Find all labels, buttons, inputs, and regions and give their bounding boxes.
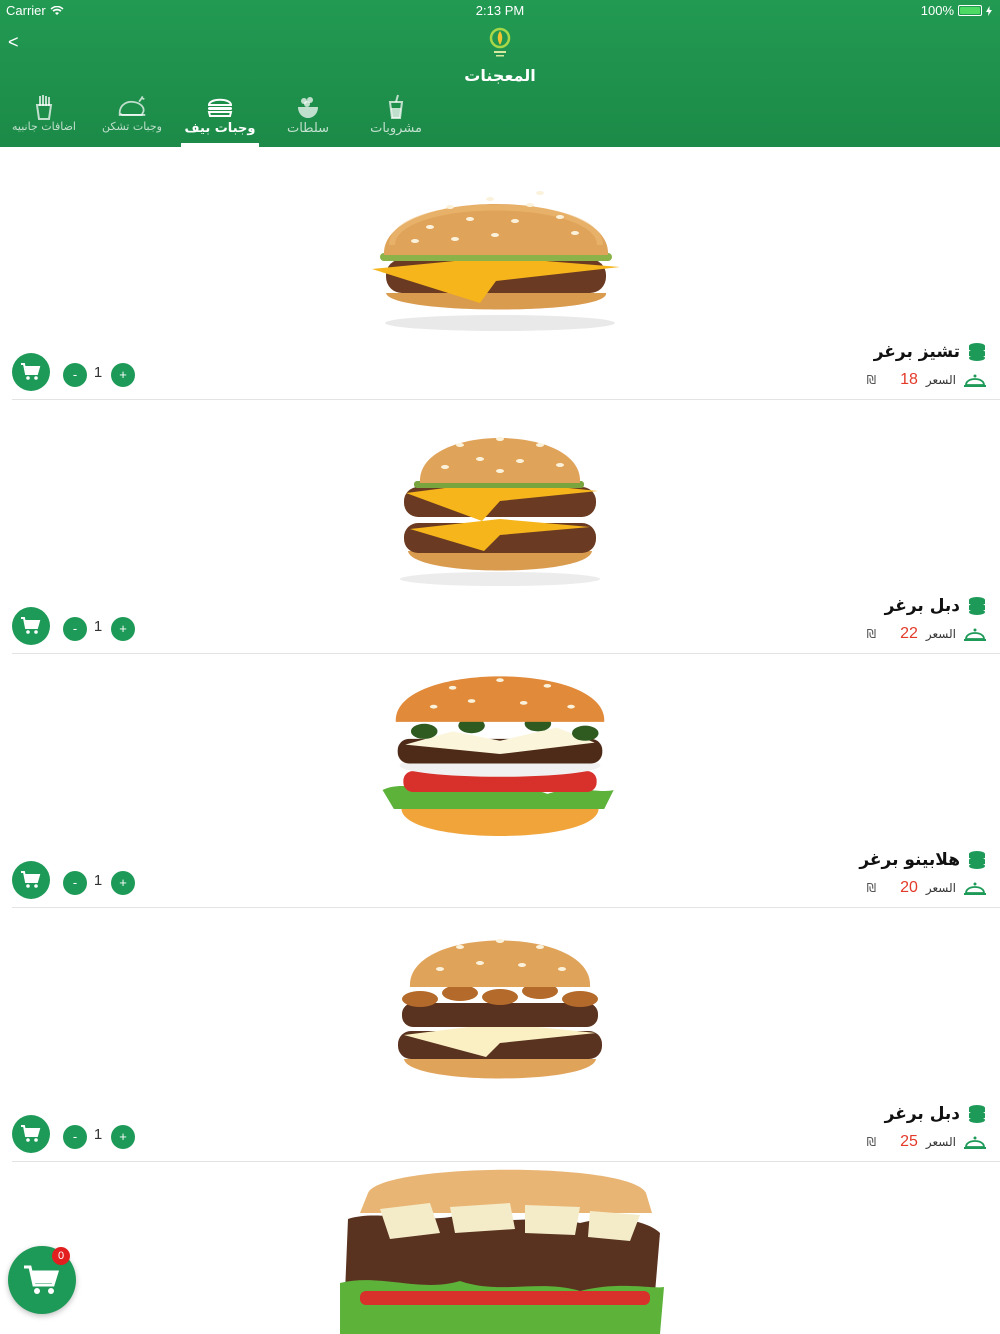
tab-chicken[interactable]: وجبات تشكن (92, 90, 172, 147)
app-screen: Carrier 2:13 PM 100% < المعجنات اضافات ج… (0, 0, 1000, 1334)
price-label: السعر (925, 1135, 956, 1149)
add-to-cart-button[interactable] (12, 607, 50, 645)
cloche-icon (964, 374, 986, 387)
cart-icon (21, 871, 41, 888)
tab-label: مشروبات (370, 121, 422, 136)
item-price: 20 (900, 879, 918, 896)
item-price: 22 (900, 625, 918, 642)
back-button[interactable]: < (8, 30, 32, 54)
battery-icon (958, 5, 982, 16)
quantity-value: 1 (93, 618, 103, 635)
item-name: هلابينو برغر (859, 850, 960, 870)
burger-icon (207, 98, 233, 117)
item-name: دبل برغر (884, 596, 960, 616)
divider (12, 653, 1000, 654)
menu-item: هلابينو برغر السعر 20 ₪ - 1 + (0, 655, 1000, 909)
increase-qty-button[interactable]: + (111, 617, 135, 641)
cart-icon (21, 617, 41, 634)
charging-icon (986, 5, 992, 16)
item-price: 25 (900, 1133, 918, 1150)
cart-icon (21, 363, 41, 380)
quantity-value: 1 (93, 872, 103, 889)
decrease-qty-button[interactable]: - (63, 363, 87, 387)
header: Carrier 2:13 PM 100% < المعجنات اضافات ج… (0, 0, 1000, 147)
coins-icon (969, 597, 985, 615)
tab-drinks[interactable]: مشروبات (356, 90, 436, 147)
category-tabs: اضافات جانبيه وجبات تشكن وجبات بيف سلطات… (0, 90, 1000, 147)
coins-icon (969, 343, 985, 361)
salad-icon (298, 97, 318, 118)
decrease-qty-button[interactable]: - (63, 617, 87, 641)
add-to-cart-button[interactable] (12, 353, 50, 391)
cloche-icon (964, 882, 986, 895)
currency-symbol: ₪ (866, 627, 877, 641)
page-title: المعجنات (464, 66, 536, 85)
item-price: 18 (900, 371, 918, 388)
menu-item: دبل برغر السعر 25 ₪ - 1 + (0, 909, 1000, 1163)
jalapeno-burger-image (382, 676, 614, 836)
fries-icon (35, 95, 53, 120)
tab-label: وجبات بيف (184, 121, 256, 136)
double-burger-image (400, 437, 600, 586)
tab-sides[interactable]: اضافات جانبيه (4, 90, 84, 147)
menu-item: دبل برغر السعر 22 ₪ - 1 + (0, 401, 1000, 655)
drink-icon (388, 94, 404, 119)
currency-symbol: ₪ (866, 373, 877, 387)
cart-icon (21, 1125, 41, 1142)
price-label: السعر (925, 627, 956, 641)
cloche-icon (964, 628, 986, 641)
menu-item: تشيز برغر السعر 18 ₪ - 1 + (0, 147, 1000, 401)
quantity-value: 1 (93, 1126, 103, 1143)
tab-label: سلطات (286, 121, 330, 136)
price-label: السعر (925, 881, 956, 895)
status-time: 2:13 PM (475, 3, 525, 18)
add-to-cart-button[interactable] (12, 861, 50, 899)
logo-icon (489, 27, 511, 57)
battery-percent: 100% (920, 3, 954, 18)
quantity-value: 1 (93, 364, 103, 381)
currency-symbol: ₪ (866, 881, 877, 895)
coins-icon (969, 1105, 985, 1123)
price-label: السعر (925, 373, 956, 387)
cart-count-badge: 0 (52, 1247, 70, 1265)
item-name: تشيز برغر (873, 342, 960, 362)
divider (12, 1161, 1000, 1162)
divider (12, 399, 1000, 400)
tab-label: اضافات جانبيه (12, 120, 76, 133)
tab-beef[interactable]: وجبات بيف (180, 90, 260, 147)
increase-qty-button[interactable]: + (111, 1125, 135, 1149)
tab-salads[interactable]: سلطات (268, 90, 348, 147)
currency-symbol: ₪ (866, 1135, 877, 1149)
cart-icon (24, 1265, 60, 1294)
add-to-cart-button[interactable] (12, 1115, 50, 1153)
coins-icon (969, 851, 985, 869)
decrease-qty-button[interactable]: - (63, 1125, 87, 1149)
increase-qty-button[interactable]: + (111, 871, 135, 895)
cheeseburger-image (372, 191, 620, 331)
status-bar: Carrier 2:13 PM 100% (0, 0, 1000, 20)
mushroom-burger-image (398, 939, 602, 1079)
increase-qty-button[interactable]: + (111, 363, 135, 387)
chicken-icon (118, 96, 146, 116)
steak-sandwich-image (340, 1169, 664, 1334)
divider (12, 907, 1000, 908)
item-name: دبل برغر (884, 1104, 960, 1124)
decrease-qty-button[interactable]: - (63, 871, 87, 895)
cloche-icon (964, 1136, 986, 1149)
tab-label: وجبات تشكن (102, 120, 162, 133)
